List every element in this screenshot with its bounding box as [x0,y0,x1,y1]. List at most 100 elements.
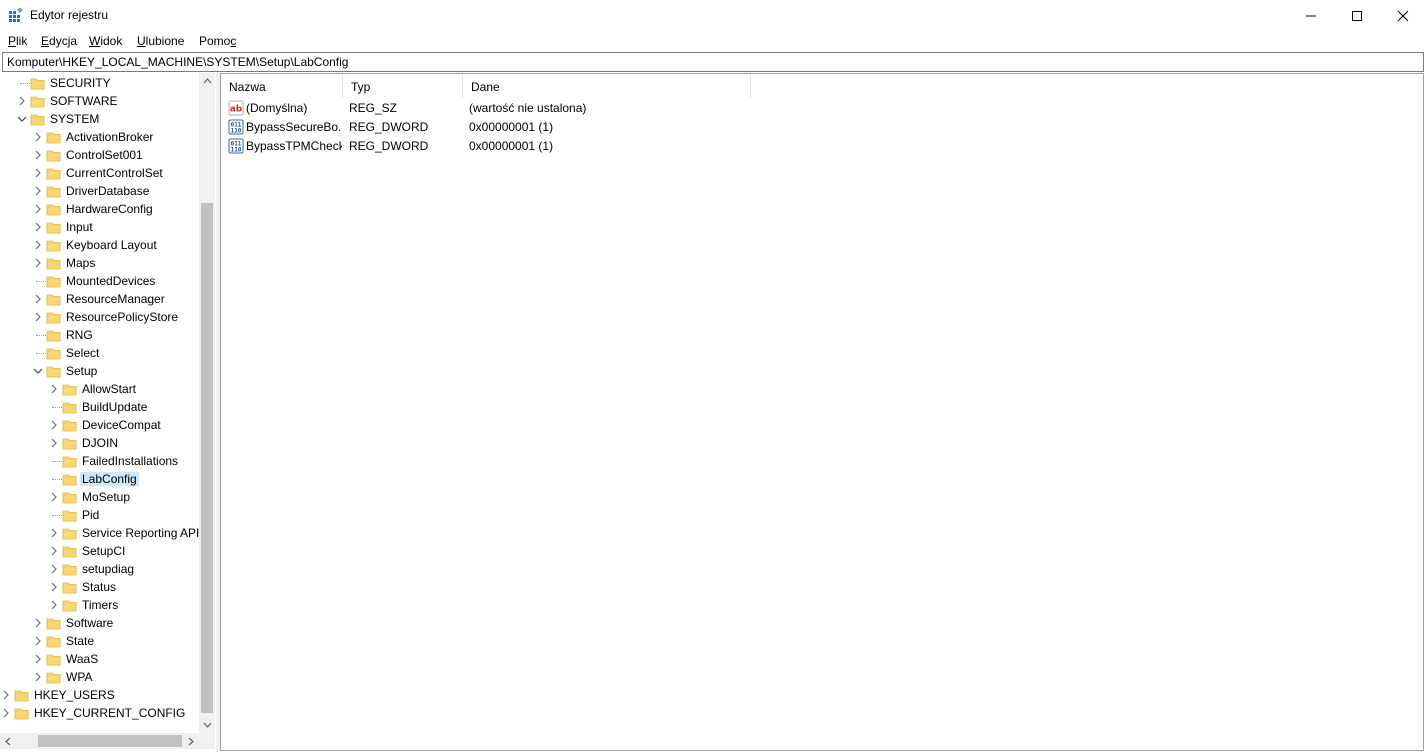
tree-connector-line [52,461,62,462]
chevron-right-icon[interactable] [48,527,60,539]
tree-node[interactable]: SOFTWARE [0,92,198,110]
tree-node[interactable]: Status [0,578,198,596]
column-header-name[interactable]: Nazwa [221,74,343,98]
tree-node[interactable]: HKEY_CURRENT_CONFIG [0,704,198,722]
tree-connector-line [52,407,62,408]
tree-node[interactable]: ResourcePolicyStore [0,308,198,326]
tree-node[interactable]: Software [0,614,198,632]
folder-icon [46,634,61,649]
tree-node[interactable]: SYSTEM [0,110,198,128]
tree-node[interactable]: DriverDatabase [0,182,198,200]
menu-view[interactable]: Widok [89,34,122,48]
values-list: Nazwa Typ Dane ab (Domyślna) REG_SZ (wartoś… [220,73,1424,751]
menu-file[interactable]: Plik [8,34,27,48]
tree-node[interactable]: Select [0,344,198,362]
tree-node[interactable]: HKEY_USERS [0,686,198,704]
tree-node[interactable]: MountedDevices [0,272,198,290]
address-bar[interactable]: Komputer\HKEY_LOCAL_MACHINE\SYSTEM\Setup… [2,52,1424,72]
chevron-right-icon[interactable] [48,581,60,593]
chevron-right-icon[interactable] [48,491,60,503]
chevron-right-icon[interactable] [32,185,44,197]
chevron-right-icon[interactable] [32,635,44,647]
svg-text:110: 110 [231,147,242,154]
scroll-right-button[interactable] [183,733,199,749]
chevron-right-icon[interactable] [0,689,12,701]
maximize-button[interactable] [1334,0,1380,31]
scroll-up-button[interactable] [199,73,215,89]
tree-node[interactable]: Timers [0,596,198,614]
chevron-right-icon[interactable] [0,707,12,719]
tree-node[interactable]: HardwareConfig [0,200,198,218]
tree-node[interactable]: Input [0,218,198,236]
value-row[interactable]: ab (Domyślna) REG_SZ (wartość nie ustalona) [221,98,1021,117]
column-header-type[interactable]: Typ [343,74,463,98]
menu-favorites[interactable]: Ulubione [137,34,184,48]
tree-node[interactable]: WPA [0,668,198,686]
chevron-right-icon[interactable] [32,293,44,305]
menu-help[interactable]: Pomoc [199,34,236,48]
tree-node[interactable]: AllowStart [0,380,198,398]
tree-node[interactable]: LabConfig [0,470,198,488]
tree-node-label: DriverDatabase [66,184,150,198]
tree-node[interactable]: Maps [0,254,198,272]
chevron-right-icon[interactable] [48,563,60,575]
tree-node[interactable]: ControlSet001 [0,146,198,164]
chevron-right-icon[interactable] [32,149,44,161]
tree-node[interactable]: Keyboard Layout [0,236,198,254]
scroll-left-button[interactable] [0,733,16,749]
chevron-right-icon[interactable] [48,545,60,557]
chevron-right-icon[interactable] [48,599,60,611]
registry-editor-window: Edytor rejestru Plik Edycja Widok Ulubio… [0,0,1426,752]
chevron-down-icon[interactable] [16,113,28,125]
chevron-right-icon[interactable] [16,95,28,107]
chevron-right-icon[interactable] [32,671,44,683]
chevron-right-icon[interactable] [48,437,60,449]
tree-node[interactable]: Service Reporting API [0,524,199,542]
tree-node[interactable]: DJOIN [0,434,198,452]
tree-node[interactable]: DeviceCompat [0,416,198,434]
chevron-right-icon[interactable] [32,311,44,323]
tree-node[interactable]: Setup [0,362,198,380]
tree-node[interactable]: ResourceManager [0,290,198,308]
folder-icon [62,454,77,469]
chevron-right-icon[interactable] [48,383,60,395]
menu-edit[interactable]: Edycja [41,34,77,48]
folder-icon [46,652,61,667]
minimize-button[interactable] [1288,0,1334,31]
chevron-right-icon[interactable] [32,257,44,269]
tree-node[interactable]: SECURITY [0,74,198,92]
tree-node[interactable]: setupdiag [0,560,198,578]
chevron-right-icon[interactable] [32,167,44,179]
tree-horizontal-scrollbar[interactable] [0,733,199,749]
chevron-up-icon [203,78,211,84]
tree-node[interactable]: FailedInstallations [0,452,198,470]
tree-node[interactable]: ActivationBroker [0,128,198,146]
chevron-right-icon[interactable] [32,239,44,251]
tree-scrollbar-thumb[interactable] [201,203,213,713]
value-row[interactable]: 011 110 BypassTPMCheck REG_DWORD 0x00000001 … [221,136,1021,155]
tree-node[interactable]: State [0,632,198,650]
tree-node-label: BuildUpdate [82,400,148,414]
tree-node[interactable]: MoSetup [0,488,198,506]
tree-node[interactable]: RNG [0,326,198,344]
value-row[interactable]: 011 110 BypassSecureBo... REG_DWORD 0x000000… [221,117,1021,136]
chevron-right-icon[interactable] [32,131,44,143]
close-button[interactable] [1380,0,1426,31]
chevron-right-icon[interactable] [32,221,44,233]
tree-vertical-scrollbar[interactable] [199,73,215,733]
tree-node[interactable]: SetupCI [0,542,198,560]
tree-node[interactable]: WaaS [0,650,198,668]
column-header-data[interactable]: Dane [463,74,751,98]
tree-node[interactable]: BuildUpdate [0,398,198,416]
chevron-right-icon[interactable] [32,203,44,215]
chevron-right-icon[interactable] [48,419,60,431]
tree-hscrollbar-thumb[interactable] [38,735,182,747]
chevron-right-icon[interactable] [32,653,44,665]
chevron-right-icon[interactable] [32,617,44,629]
tree-node[interactable]: CurrentControlSet [0,164,198,182]
tree-node[interactable]: Pid [0,506,198,524]
tree-node-label: HKEY_USERS [34,688,115,702]
scroll-down-button[interactable] [199,717,215,733]
tree-node-label: MountedDevices [66,274,156,288]
chevron-down-icon[interactable] [32,365,44,377]
